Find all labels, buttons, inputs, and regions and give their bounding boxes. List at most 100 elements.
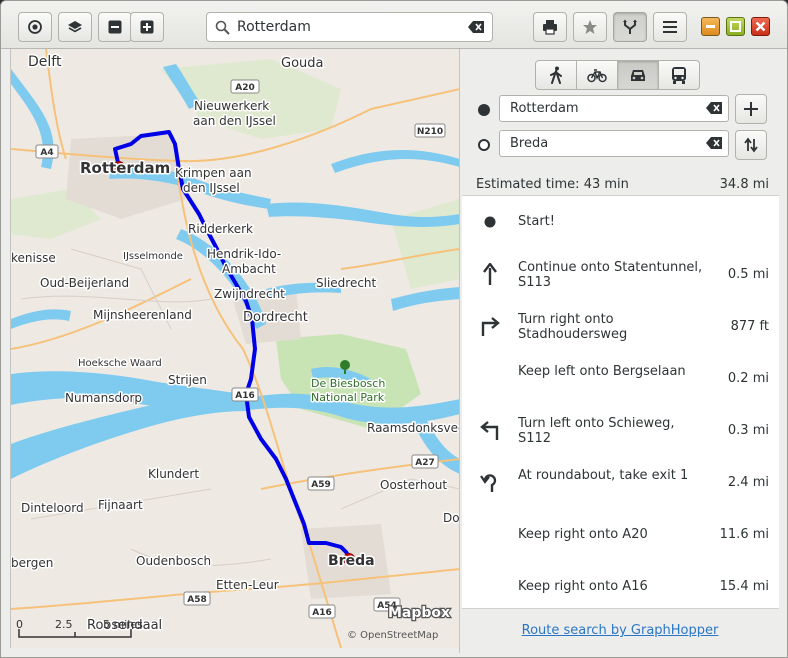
label-biesbosch-2: National Park xyxy=(311,391,385,404)
map-canvas: A20 A4 N210 A16 A27 A59 A58 A16 A54 Delf… xyxy=(11,49,459,648)
locate-button[interactable] xyxy=(18,12,52,42)
instruction-row[interactable]: Start! xyxy=(462,196,779,248)
route-icon xyxy=(623,19,637,34)
layers-icon xyxy=(68,21,82,33)
total-distance: 34.8 mi xyxy=(719,177,769,192)
label-strijen: Strijen xyxy=(168,373,207,387)
label-ijsselmonde: IJsselmonde xyxy=(123,251,183,262)
mode-car-button[interactable] xyxy=(617,60,659,90)
instruction-distance: 2.4 mi xyxy=(727,475,769,490)
roundabout-icon xyxy=(476,468,504,496)
mode-bike-button[interactable] xyxy=(576,60,618,90)
clear-destination-icon[interactable] xyxy=(706,137,722,149)
mode-transit-button[interactable] xyxy=(658,60,700,90)
instruction-text: Start! xyxy=(518,214,555,229)
instruction-distance: 0.3 mi xyxy=(727,423,769,438)
zoom-out-button[interactable] xyxy=(98,12,132,42)
close-icon xyxy=(755,21,766,32)
instruction-row[interactable]: Continue onto Statentunnel, S113 0.5 mi xyxy=(462,248,779,300)
origin-dot-icon xyxy=(478,104,490,116)
locate-icon xyxy=(28,20,42,34)
minimize-icon xyxy=(706,25,715,28)
shield-n210: N210 xyxy=(417,127,443,137)
clear-search-icon[interactable] xyxy=(468,21,484,33)
label-oud-beijerland: Oud-Beijerland xyxy=(40,276,129,290)
arrow-straight-icon xyxy=(476,260,504,288)
origin-input[interactable]: Rotterdam xyxy=(510,101,579,116)
walk-icon xyxy=(550,66,562,84)
label-ridderkerk: Ridderkerk xyxy=(188,222,253,236)
mapbox-logo[interactable]: Mapbox xyxy=(387,604,452,623)
scale-tick-0: 0 xyxy=(16,618,23,631)
routing-sidebar: Rotterdam Breda Estimated time: 43 min 3… xyxy=(459,49,787,653)
instruction-distance: 877 ft xyxy=(730,319,769,334)
zoom-out-icon xyxy=(108,20,122,34)
search-icon xyxy=(215,20,230,35)
layers-button[interactable] xyxy=(58,12,92,42)
label-nieuwerkerk-2: aan den IJssel xyxy=(193,114,276,128)
mode-walk-button[interactable] xyxy=(535,60,577,90)
label-bergen: bergen xyxy=(11,556,53,570)
destination-input[interactable]: Breda xyxy=(510,136,548,151)
close-button[interactable] xyxy=(751,17,770,36)
menu-icon xyxy=(663,21,677,33)
menu-button[interactable] xyxy=(653,12,687,42)
instruction-row[interactable]: Turn left onto Schieweg, S112 0.3 mi xyxy=(462,404,779,456)
instruction-text: Continue onto Statentunnel, S113 xyxy=(518,260,703,290)
map-attribution[interactable]: © OpenStreetMap xyxy=(347,630,438,641)
instruction-row[interactable]: Turn right onto Stadhoudersweg 877 ft xyxy=(462,300,779,352)
scale-tick-1: 2.5 xyxy=(55,618,73,631)
maximize-button[interactable] xyxy=(726,17,745,36)
add-icon xyxy=(744,102,758,116)
transport-mode-selector xyxy=(535,60,703,90)
instruction-row[interactable]: At roundabout, take exit 1 2.4 mi xyxy=(462,456,779,508)
instruction-row[interactable]: Keep left onto Bergselaan 0.2 mi xyxy=(462,352,779,404)
favorite-star-icon xyxy=(583,20,597,34)
label-gouda: Gouda xyxy=(281,56,324,71)
instruction-distance: 11.6 mi xyxy=(719,527,769,542)
label-sliedrecht: Sliedrecht xyxy=(316,276,377,290)
label-krimpen-2: den IJssel xyxy=(183,181,240,195)
label-etten-leur: Etten-Leur xyxy=(216,578,279,592)
label-dordrecht: Dordrecht xyxy=(243,310,308,325)
clear-origin-icon[interactable] xyxy=(706,102,722,114)
bus-icon xyxy=(672,67,686,84)
print-button[interactable] xyxy=(533,12,567,42)
swap-route-button[interactable] xyxy=(735,130,767,160)
app-window: Rotterdam A20 A4 N210 A16 A27 A59 A58 A1… xyxy=(0,0,788,658)
instruction-text: At roundabout, take exit 1 xyxy=(518,468,689,483)
label-fijnaart: Fijnaart xyxy=(98,498,143,512)
label-hendrik-2: Ambacht xyxy=(222,262,276,276)
instruction-row[interactable]: Keep right onto A16 15.4 mi xyxy=(462,560,779,608)
graphhopper-link[interactable]: Route search by GraphHopper xyxy=(460,623,780,638)
instruction-row[interactable]: Keep right onto A20 11.6 mi xyxy=(462,508,779,560)
favorite-button[interactable] xyxy=(573,12,607,42)
header-bar: Rotterdam xyxy=(1,1,787,49)
label-klundert: Klundert xyxy=(148,467,199,481)
instruction-text: Keep right onto A16 xyxy=(518,579,648,594)
destination-entry[interactable]: Breda xyxy=(499,130,729,157)
car-icon xyxy=(631,70,645,81)
minimize-button[interactable] xyxy=(701,17,720,36)
label-raamsdonksveer: Raamsdonksveer xyxy=(367,421,459,435)
instruction-distance: 0.2 mi xyxy=(727,371,769,386)
label-oudenbosch: Oudenbosch xyxy=(136,554,211,568)
zoom-in-button[interactable] xyxy=(130,12,164,42)
instruction-text: Turn right onto Stadhoudersweg xyxy=(518,312,628,342)
instruction-text: Turn left onto Schieweg, S112 xyxy=(518,416,675,446)
zoom-in-icon xyxy=(140,20,154,34)
search-entry[interactable]: Rotterdam xyxy=(206,12,493,42)
instructions-list[interactable]: Start! Continue onto Statentunnel, S113 … xyxy=(462,195,779,609)
origin-entry[interactable]: Rotterdam xyxy=(499,95,729,122)
label-numansdorp: Numansdorp xyxy=(65,391,142,405)
search-input[interactable]: Rotterdam xyxy=(237,19,311,35)
print-icon xyxy=(543,20,557,35)
map-view[interactable]: A20 A4 N210 A16 A27 A59 A58 A16 A54 Delf… xyxy=(10,49,459,648)
estimated-time: Estimated time: 43 min xyxy=(476,177,629,192)
instruction-text: Keep left onto Bergselaan xyxy=(518,364,686,379)
turn-right-icon xyxy=(476,312,504,340)
route-button[interactable] xyxy=(613,12,647,42)
shield-a27: A27 xyxy=(415,458,435,468)
shield-a58: A58 xyxy=(187,595,207,605)
add-waypoint-button[interactable] xyxy=(735,94,767,124)
